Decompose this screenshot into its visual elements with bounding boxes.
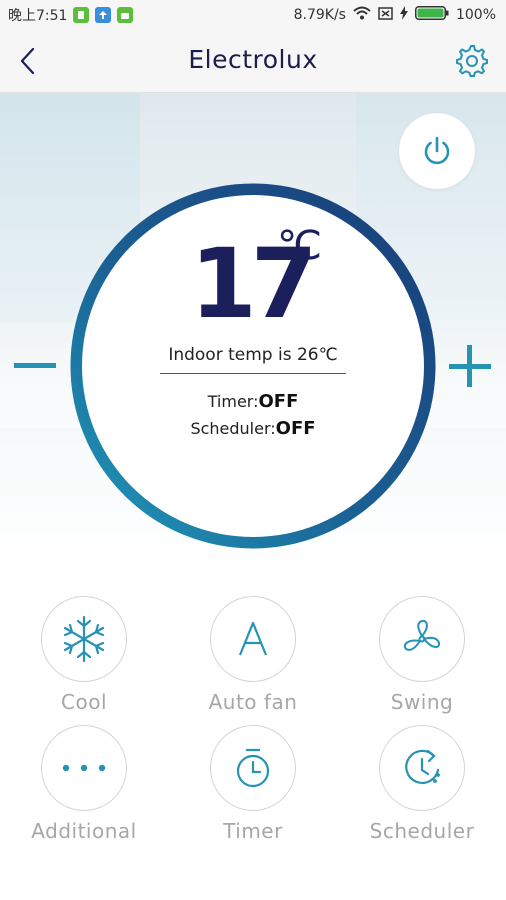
stopwatch-icon <box>236 748 270 788</box>
scheduler-status: Scheduler:OFF <box>0 418 506 439</box>
clock-schedule-icon <box>405 749 440 784</box>
more-dots-icon <box>62 764 106 772</box>
auto-fan-button[interactable]: Auto fan <box>173 596 333 714</box>
timer-label: Timer <box>223 819 283 843</box>
thermostat-panel: 17 ℃ Indoor temp is 26℃ Timer:OFF Schedu… <box>0 93 506 570</box>
battery-icon <box>414 6 449 24</box>
letter-a-icon <box>238 621 268 656</box>
android-icon <box>117 7 134 23</box>
timer-status-value: OFF <box>258 391 299 412</box>
snowflake-icon <box>63 615 105 663</box>
swing-label: Swing <box>390 690 454 714</box>
page-title: Electrolux <box>188 45 318 74</box>
cool-mode-label: Cool <box>61 690 107 714</box>
notification-icon <box>73 7 90 23</box>
cool-mode-circle[interactable] <box>41 596 127 682</box>
power-icon <box>424 136 450 165</box>
settings-button[interactable] <box>454 43 490 79</box>
status-bar: 晚上7:51 8.79K/s 100% <box>0 0 506 30</box>
upload-icon <box>95 7 112 23</box>
temperature-unit: ℃ <box>277 223 322 269</box>
power-button[interactable] <box>399 113 475 189</box>
scheduler-status-label: Scheduler: <box>190 419 276 438</box>
charging-icon <box>399 6 408 24</box>
auto-fan-label: Auto fan <box>208 690 298 714</box>
status-time: 晚上7:51 <box>8 8 68 24</box>
battery-percent: 100% <box>455 7 496 23</box>
plus-icon[interactable] <box>467 345 472 387</box>
scheduler-label: Scheduler <box>369 819 475 843</box>
swing-button[interactable]: Swing <box>342 596 502 714</box>
additional-button[interactable]: Additional <box>4 725 164 843</box>
scheduler-circle[interactable] <box>379 725 465 811</box>
timer-status: Timer:OFF <box>0 391 506 412</box>
network-speed: 8.79K/s <box>293 7 346 23</box>
timer-button[interactable]: Timer <box>173 725 333 843</box>
wifi-icon <box>353 6 371 24</box>
swing-circle[interactable] <box>379 596 465 682</box>
additional-circle[interactable] <box>41 725 127 811</box>
scheduler-status-value: OFF <box>275 418 316 439</box>
indoor-temperature: Indoor temp is 26℃ <box>160 345 346 374</box>
timer-status-label: Timer: <box>207 392 259 411</box>
gear-icon <box>456 45 488 77</box>
auto-fan-circle[interactable] <box>210 596 296 682</box>
timer-circle[interactable] <box>210 725 296 811</box>
decrease-temp-button[interactable] <box>14 363 56 368</box>
no-sim-icon <box>378 6 393 24</box>
cool-mode-button[interactable]: Cool <box>4 596 164 714</box>
scheduler-button[interactable]: Scheduler <box>342 725 502 843</box>
app-header: Electrolux <box>0 30 506 93</box>
fan-icon <box>403 619 441 651</box>
additional-label: Additional <box>31 819 137 843</box>
